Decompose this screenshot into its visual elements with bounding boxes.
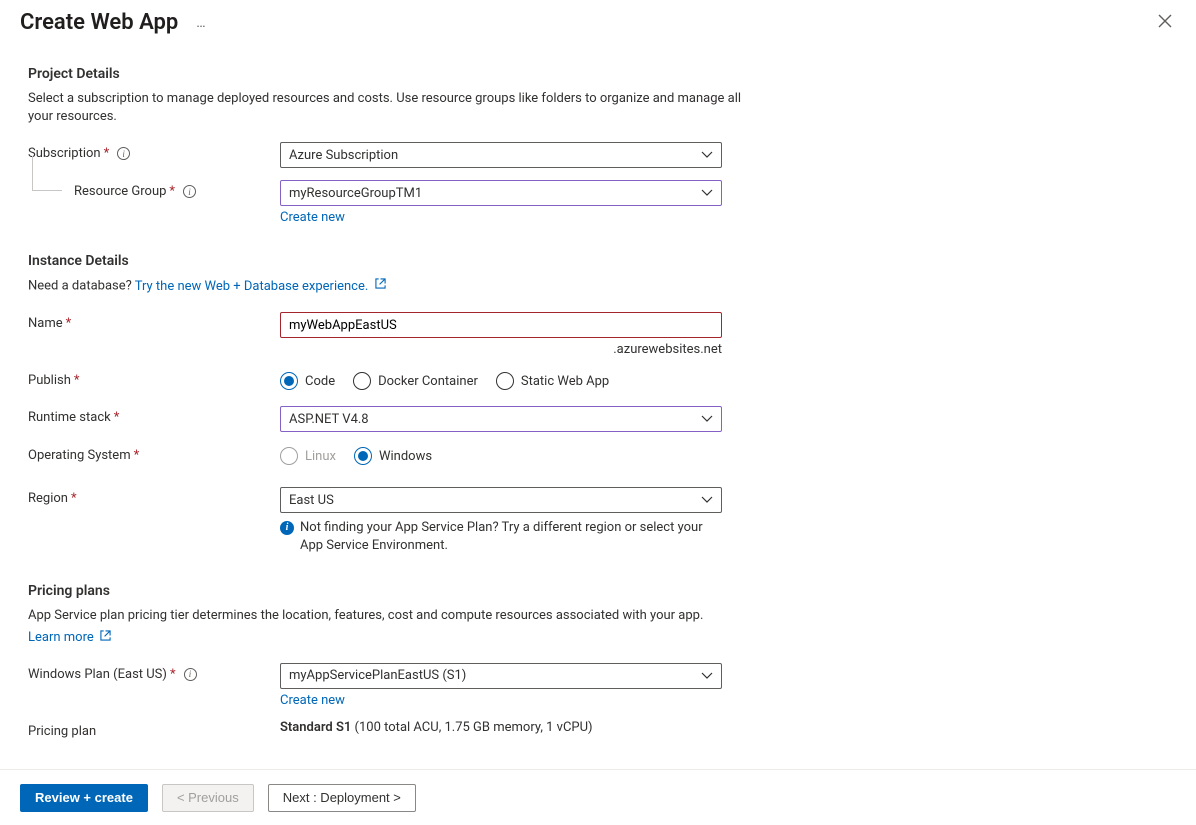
section-instance-title: Instance Details [28,253,1168,269]
required-mark: * [134,448,140,463]
runtime-label: Runtime stack * [28,406,280,425]
chevron-down-icon [701,151,713,159]
name-input[interactable] [289,318,693,333]
plan-select[interactable]: myAppServicePlanEastUS (S1) [280,663,722,689]
create-new-rg-link[interactable]: Create new [280,210,722,225]
chevron-down-icon [701,189,713,197]
pricing-plan-value: Standard S1 (100 total ACU, 1.75 GB memo… [280,720,722,735]
next-button[interactable]: Next : Deployment > [268,784,416,812]
section-pricing-desc: App Service plan pricing tier determines… [28,607,748,625]
required-mark: * [169,184,175,199]
subscription-select[interactable]: Azure Subscription [280,142,722,168]
db-prompt-row: Need a database? Try the new Web + Datab… [28,277,748,296]
required-mark: * [66,316,72,331]
chevron-down-icon [701,415,713,423]
pricing-plan-label: Pricing plan [28,720,280,739]
required-mark: * [114,410,120,425]
more-actions-icon[interactable]: … [196,15,206,31]
required-mark: * [74,373,80,388]
form-scroll-area[interactable]: Project Details Select a subscription to… [0,48,1196,769]
chevron-down-icon [701,672,713,680]
name-input-wrap [280,312,722,338]
section-project-title: Project Details [28,66,1168,82]
runtime-select[interactable]: ASP.NET V4.8 [280,406,722,432]
required-mark: * [170,667,176,682]
publish-docker-radio[interactable]: Docker Container [353,372,478,390]
info-icon[interactable]: i [117,147,130,160]
page-header: Create Web App … [0,0,1196,45]
subscription-label: Subscription * i [28,142,280,161]
os-label: Operating System * [28,444,280,463]
section-pricing-title: Pricing plans [28,583,1168,599]
info-icon[interactable]: i [184,668,197,681]
name-suffix: .azurewebsites.net [280,342,722,357]
previous-button: < Previous [162,784,254,812]
region-label: Region * [28,487,280,506]
resource-group-select[interactable]: myResourceGroupTM1 [280,180,722,206]
required-mark: * [104,146,110,161]
os-windows-radio[interactable]: Windows [354,447,432,465]
publish-code-radio[interactable]: Code [280,372,335,390]
close-icon[interactable] [1158,14,1172,32]
section-project-desc: Select a subscription to manage deployed… [28,90,748,126]
info-icon[interactable]: i [183,185,196,198]
region-select[interactable]: East US [280,487,722,513]
publish-static-radio[interactable]: Static Web App [496,372,609,390]
page-title: Create Web App [20,10,178,35]
create-new-plan-link[interactable]: Create new [280,693,722,708]
chevron-down-icon [701,496,713,504]
required-mark: * [71,491,77,506]
name-label: Name * [28,312,280,331]
external-link-icon [375,277,386,295]
os-linux-radio: Linux [280,447,336,465]
info-badge-icon: i [280,521,294,535]
external-link-icon [100,630,111,645]
review-create-button[interactable]: Review + create [20,784,148,812]
web-db-experience-link[interactable]: Try the new Web + Database experience. [135,279,386,294]
resource-group-label: Resource Group * i [28,180,280,199]
publish-label: Publish * [28,369,280,388]
region-note: i Not finding your App Service Plan? Try… [280,519,722,555]
footer-bar: Review + create < Previous Next : Deploy… [0,769,1196,825]
plan-label: Windows Plan (East US) * i [28,663,280,682]
learn-more-link[interactable]: Learn more [28,630,111,645]
